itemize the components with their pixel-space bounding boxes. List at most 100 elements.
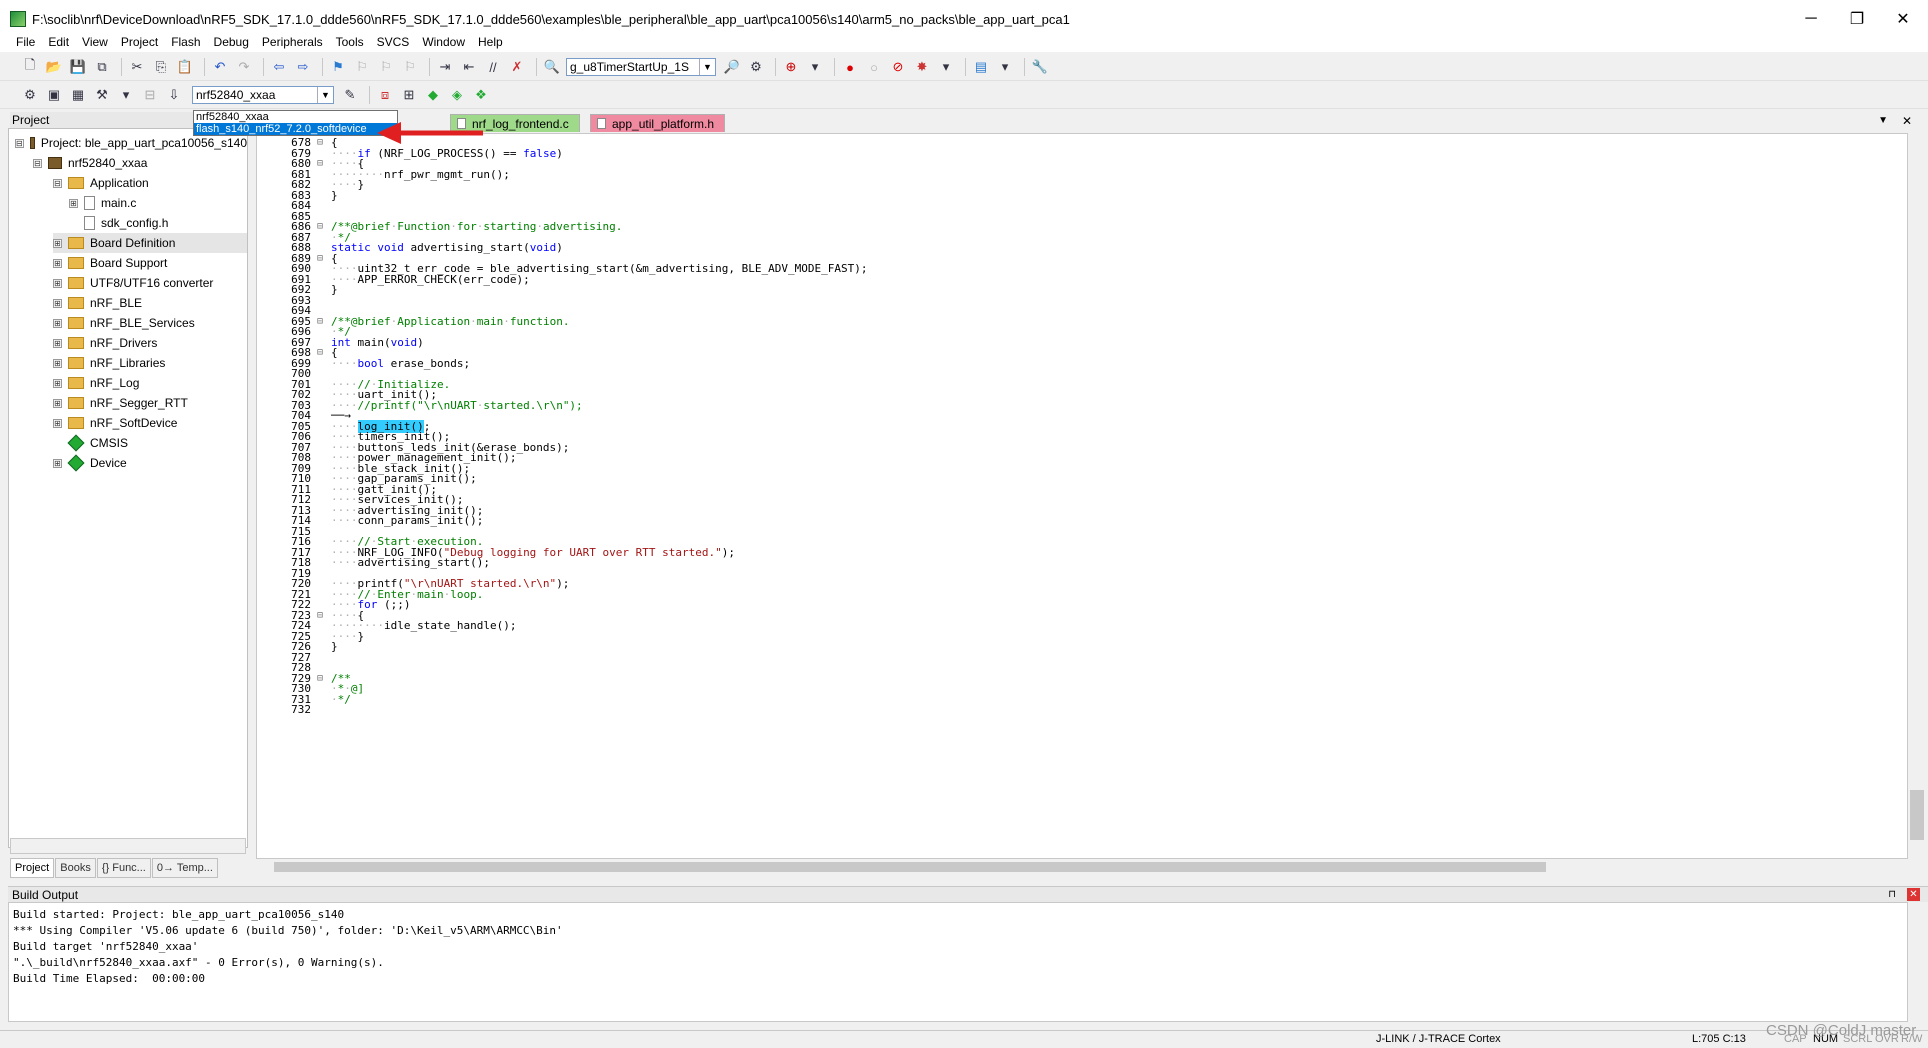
stop-build-icon[interactable]: ⊟ <box>140 85 160 105</box>
manage-components-icon[interactable]: ❖ <box>471 85 491 105</box>
copy-icon[interactable]: ⎘ <box>151 57 171 77</box>
target-options-icon[interactable]: ✎ <box>340 85 360 105</box>
configure-icon[interactable]: 🔧 <box>1030 57 1050 77</box>
manage-rte-icon[interactable]: ⊞ <box>399 85 419 105</box>
next-bookmark-icon[interactable]: ⚐ <box>376 57 396 77</box>
tree-item[interactable]: ⊞ nRF_Segger_RTT <box>53 393 247 413</box>
download-icon[interactable]: ⇩ <box>164 85 184 105</box>
pin-icon[interactable]: ⊓ <box>1888 887 1896 903</box>
tab-list-dropdown-icon[interactable]: ▼ <box>1878 115 1888 126</box>
tree-expander-icon[interactable]: ⊞ <box>53 318 62 328</box>
tree-item[interactable]: CMSIS <box>53 433 247 453</box>
panel-tab[interactable]: 0→ Temp... <box>151 858 218 878</box>
insert-breakpoint-icon[interactable]: ● <box>840 57 860 77</box>
tree-expander-icon[interactable]: ⊞ <box>53 418 62 428</box>
kill-breakpoints-icon[interactable]: ✸ <box>912 57 932 77</box>
rebuild-icon[interactable]: ▦ <box>68 85 88 105</box>
chevron-down-icon[interactable]: ▼ <box>699 59 715 75</box>
comment-icon[interactable]: // <box>483 57 503 77</box>
batch-dropdown-icon[interactable]: ▾ <box>116 85 136 105</box>
build-output-panel[interactable]: Build started: Project: ble_app_uart_pca… <box>8 902 1908 1022</box>
target-option-softdevice[interactable]: flash_s140_nrf52_7.2.0_softdevice <box>194 123 397 135</box>
file-extensions-icon[interactable]: ⧈ <box>375 85 395 105</box>
navigate-back-icon[interactable]: ⇦ <box>269 57 289 77</box>
tree-expander-icon[interactable]: ⊞ <box>53 358 62 368</box>
tree-item[interactable]: ⊟ Project: ble_app_uart_pca10056_s140 <box>15 133 247 153</box>
editor-vertical-scroll-thumb[interactable] <box>1910 790 1924 840</box>
select-packs-icon[interactable]: ◈ <box>447 85 467 105</box>
breakpoint-dropdown-icon[interactable]: ▾ <box>936 57 956 77</box>
tree-expander-icon[interactable]: ⊞ <box>53 338 62 348</box>
layout-dropdown-icon[interactable]: ▾ <box>995 57 1015 77</box>
panel-tab[interactable]: {} Func... <box>96 858 151 878</box>
incremental-find-icon[interactable]: ⚙ <box>746 57 766 77</box>
navigate-forward-icon[interactable]: ⇨ <box>293 57 313 77</box>
project-horizontal-scrollbar[interactable] <box>10 838 246 854</box>
indent-icon[interactable]: ⇥ <box>435 57 455 77</box>
tree-expander-icon[interactable]: ⊞ <box>53 258 62 268</box>
target-select[interactable]: nrf52840_xxaa ▼ <box>192 86 334 104</box>
menu-edit[interactable]: Edit <box>48 35 69 49</box>
cut-icon[interactable]: ✂ <box>127 57 147 77</box>
close-panel-icon[interactable]: ✕ <box>1907 888 1920 901</box>
tree-item[interactable]: ⊞ main.c <box>69 193 247 213</box>
menu-svcs[interactable]: SVCS <box>377 35 410 49</box>
menu-flash[interactable]: Flash <box>171 35 200 49</box>
tree-expander-icon[interactable]: ⊞ <box>53 298 62 308</box>
menu-project[interactable]: Project <box>121 35 158 49</box>
code-line[interactable]: 732 <box>257 703 1897 716</box>
close-tab-icon[interactable]: ✕ <box>1902 114 1912 128</box>
unindent-icon[interactable]: ⇤ <box>459 57 479 77</box>
tree-expander-icon[interactable]: ⊞ <box>69 198 78 208</box>
editor-tab[interactable]: app_util_platform.h <box>590 114 726 132</box>
uncomment-icon[interactable]: ✗ <box>507 57 527 77</box>
tree-item[interactable]: ⊟ nrf52840_xxaa <box>33 153 247 173</box>
new-file-icon[interactable]: 🗋 <box>20 57 40 77</box>
tree-item[interactable]: ⊞ nRF_SoftDevice <box>53 413 247 433</box>
tree-item[interactable]: ⊞ Device <box>53 453 247 473</box>
tree-item[interactable]: ⊞ Board Definition <box>53 233 247 253</box>
save-all-icon[interactable]: ⧉ <box>92 57 112 77</box>
clear-bookmarks-icon[interactable]: ⚐ <box>400 57 420 77</box>
prev-bookmark-icon[interactable]: ⚐ <box>352 57 372 77</box>
editor-vertical-scrollbar[interactable] <box>1908 133 1926 859</box>
menu-window[interactable]: Window <box>422 35 465 49</box>
disable-breakpoints-icon[interactable]: ⊘ <box>888 57 908 77</box>
tree-item[interactable]: ⊞ nRF_Drivers <box>53 333 247 353</box>
tree-item[interactable]: ⊞ UTF8/UTF16 converter <box>53 273 247 293</box>
save-icon[interactable]: 💾 <box>68 57 88 77</box>
build-icon[interactable]: ▣ <box>44 85 64 105</box>
target-option-nrf52840[interactable]: nrf52840_xxaa <box>194 111 397 123</box>
tree-expander-icon[interactable]: ⊞ <box>53 458 62 468</box>
code-editor[interactable]: 678 ⊟{679 ····if (NRF_LOG_PROCESS() == fal… <box>256 133 1908 859</box>
find-in-files-icon[interactable]: 🔍 <box>542 57 562 77</box>
debug-dropdown-icon[interactable]: ▾ <box>805 57 825 77</box>
tree-item[interactable]: ⊞ nRF_Libraries <box>53 353 247 373</box>
enable-breakpoint-icon[interactable]: ○ <box>864 57 884 77</box>
tree-expander-icon[interactable]: ⊞ <box>53 378 62 388</box>
find-icon[interactable]: 🔎 <box>722 57 742 77</box>
paste-icon[interactable]: 📋 <box>175 57 195 77</box>
redo-icon[interactable]: ↷ <box>234 57 254 77</box>
menu-file[interactable]: File <box>16 35 35 49</box>
undo-icon[interactable]: ↶ <box>210 57 230 77</box>
menu-debug[interactable]: Debug <box>214 35 249 49</box>
tree-item[interactable]: ⊞ nRF_BLE_Services <box>53 313 247 333</box>
panel-tab[interactable]: Project <box>10 858 55 878</box>
pack-installer-icon[interactable]: ◆ <box>423 85 443 105</box>
tree-expander-icon[interactable]: ⊞ <box>53 238 62 248</box>
tree-item[interactable]: ⊞ nRF_Log <box>53 373 247 393</box>
translate-icon[interactable]: ⚙ <box>20 85 40 105</box>
find-combo[interactable]: g_u8TimerStartUp_1S ▼ <box>566 58 716 76</box>
debug-session-icon[interactable]: ⊕ <box>781 57 801 77</box>
window-layout-icon[interactable]: ▤ <box>971 57 991 77</box>
bookmark-icon[interactable]: ⚑ <box>328 57 348 77</box>
open-file-icon[interactable]: 📂 <box>44 57 64 77</box>
menu-peripherals[interactable]: Peripherals <box>262 35 323 49</box>
menu-view[interactable]: View <box>82 35 108 49</box>
panel-tab[interactable]: Books <box>55 858 96 878</box>
batch-build-icon[interactable]: ⚒ <box>92 85 112 105</box>
tree-expander-icon[interactable]: ⊞ <box>53 398 62 408</box>
editor-horizontal-scroll-thumb[interactable] <box>274 862 1546 872</box>
tree-expander-icon[interactable]: ⊟ <box>15 138 24 148</box>
